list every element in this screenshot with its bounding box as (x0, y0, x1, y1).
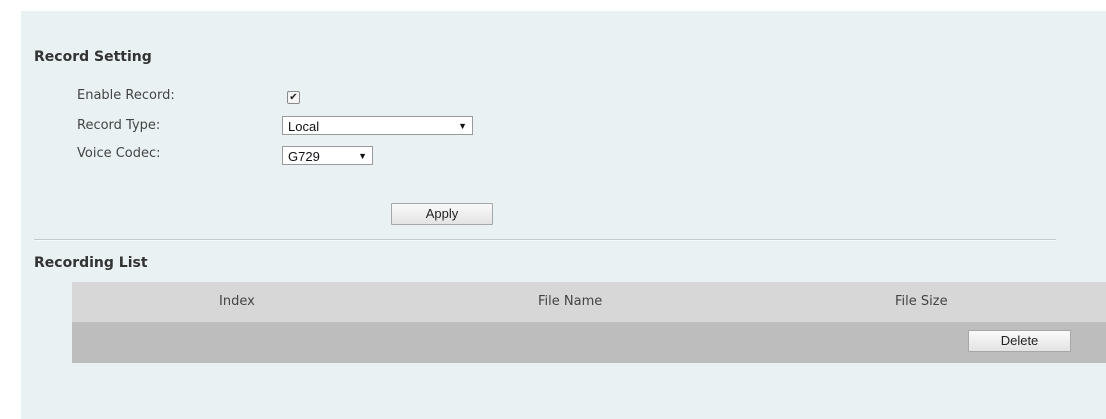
record-settings-panel: Record Setting Enable Record: ✔ Record T… (21, 11, 1106, 419)
record-type-label: Record Type: (77, 118, 161, 133)
voice-codec-label: Voice Codec: (77, 146, 161, 161)
checkmark-icon: ✔ (289, 92, 298, 103)
recording-list-title: Recording List (34, 255, 148, 271)
column-header-file-size: File Size (895, 294, 948, 309)
column-header-file-name: File Name (538, 294, 603, 309)
column-header-index: Index (219, 294, 255, 309)
record-type-select[interactable]: Local ▼ (282, 116, 473, 135)
dropdown-arrow-icon: ▼ (458, 121, 467, 131)
dropdown-arrow-icon: ▼ (358, 151, 367, 161)
enable-record-checkbox[interactable]: ✔ (287, 91, 300, 104)
delete-button[interactable]: Delete (968, 330, 1071, 352)
record-setting-title: Record Setting (34, 49, 152, 65)
enable-record-label: Enable Record: (77, 88, 175, 103)
table-header: Index File Name File Size (72, 282, 1106, 322)
record-type-value: Local (288, 119, 320, 134)
apply-button[interactable]: Apply (391, 203, 493, 225)
recording-list-table: Index File Name File Size Delete (72, 282, 1106, 363)
table-footer: Delete (72, 322, 1106, 363)
voice-codec-value: G729 (288, 149, 320, 164)
voice-codec-select[interactable]: G729 ▼ (282, 146, 373, 165)
section-divider (34, 239, 1056, 241)
